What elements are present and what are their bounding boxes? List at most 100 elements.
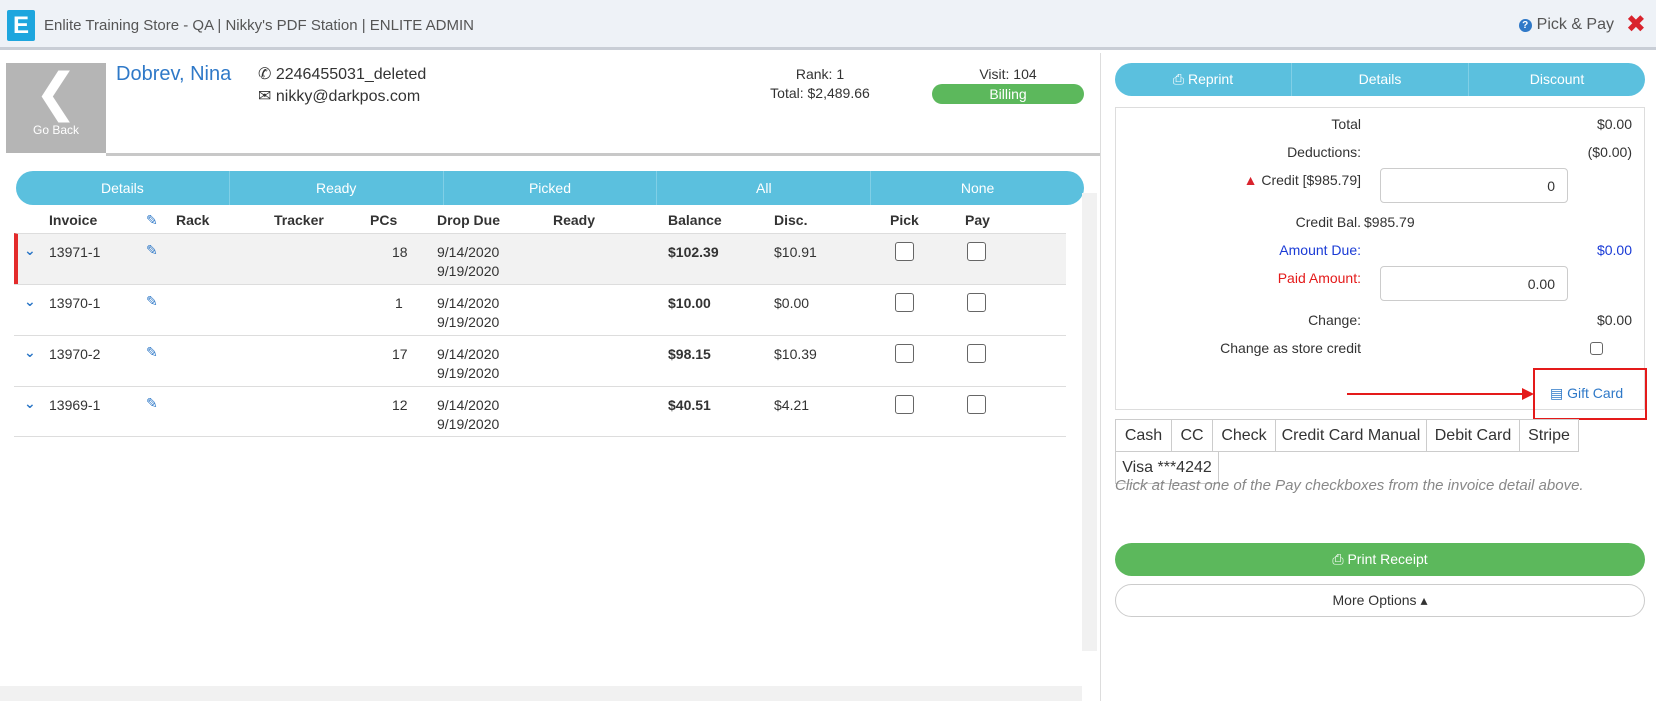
go-back-label: Go Back	[32, 123, 80, 137]
filter-all-button[interactable]: All	[656, 171, 870, 205]
filter-picked-button[interactable]: Picked	[442, 171, 657, 205]
action-bar: ⎙ Reprint Details Discount	[1115, 63, 1645, 96]
chevron-left-icon: ❮	[34, 64, 78, 122]
gift-card-button[interactable]: ▤ Gift Card	[1550, 385, 1623, 402]
customer-name[interactable]: Dobrev, Nina	[116, 63, 231, 86]
invoice-number: 13971-1	[49, 244, 101, 260]
due-date: 9/19/2020	[437, 416, 500, 432]
print-icon: ⎙	[1332, 551, 1348, 567]
store-credit-label: Change as store credit	[1220, 340, 1361, 356]
pay-hint-text: Click at least one of the Pay checkboxes…	[1115, 477, 1584, 494]
deductions-value: ($0.00)	[1587, 144, 1632, 160]
filter-details-button[interactable]: Details	[16, 171, 229, 205]
print-receipt-button[interactable]: ⎙ Print Receipt	[1115, 543, 1645, 576]
invoice-table: Invoice ✎ Rack Tracker PCs Drop Due Read…	[14, 206, 1066, 437]
pay-checkbox[interactable]	[967, 242, 986, 261]
credit-bal-value: $985.79	[1364, 214, 1415, 230]
drop-date: 9/14/2020	[437, 397, 500, 413]
edit-icon[interactable]: ✎	[146, 344, 158, 361]
more-options-button[interactable]: More Options ▴	[1115, 584, 1645, 617]
balance-value: $10.00	[668, 295, 711, 311]
total-value: $0.00	[1596, 116, 1632, 132]
vertical-scrollbar[interactable]	[1082, 193, 1097, 651]
customer-email: ✉ nikky@darkpos.com	[258, 88, 421, 105]
invoice-number: 13969-1	[49, 397, 101, 413]
drop-date: 9/14/2020	[437, 295, 500, 311]
pcs-value: 17	[392, 346, 408, 362]
filter-ready-button[interactable]: Ready	[228, 171, 443, 205]
paid-amount-input[interactable]: 0.00	[1380, 266, 1568, 301]
pick-checkbox[interactable]	[895, 395, 914, 414]
amount-due-label: Amount Due:	[1279, 242, 1361, 258]
total-label: Total	[1331, 116, 1361, 132]
status-badge: Billing	[932, 84, 1084, 104]
horizontal-scrollbar[interactable]	[0, 686, 1082, 701]
pay-checkbox[interactable]	[967, 293, 986, 312]
col-balance: Balance	[668, 212, 722, 228]
help-link[interactable]: ? Pick & Pay	[1518, 16, 1614, 34]
drop-date: 9/14/2020	[437, 244, 500, 260]
pick-checkbox[interactable]	[895, 344, 914, 363]
help-icon: ?	[1518, 18, 1532, 32]
cc-button[interactable]: CC	[1171, 419, 1213, 452]
credit-input[interactable]: 0	[1380, 168, 1568, 203]
col-tracker: Tracker	[274, 212, 324, 228]
balance-value: $40.51	[668, 397, 711, 413]
col-pcs: PCs	[370, 212, 398, 228]
pay-checkbox[interactable]	[967, 344, 986, 363]
check-button[interactable]: Check	[1212, 419, 1276, 452]
app-logo: E	[7, 10, 35, 41]
store-credit-checkbox[interactable]	[1590, 342, 1603, 355]
credit-label: ▲ Credit [$985.79]	[1244, 172, 1361, 188]
details-button[interactable]: Details	[1291, 63, 1468, 96]
id-card-icon: ▤	[1550, 385, 1568, 401]
disc-value: $10.91	[774, 244, 817, 260]
table-row[interactable]: ⌄ 13970-2 ✎ 17 9/14/2020 9/19/2020 $98.1…	[14, 335, 1066, 386]
pcs-value: 18	[392, 244, 408, 260]
edit-icon: ✎	[146, 212, 158, 228]
reprint-button[interactable]: ⎙ Reprint	[1115, 63, 1291, 96]
close-icon[interactable]: ✖	[1626, 10, 1646, 39]
disc-value: $4.21	[774, 397, 810, 413]
go-back-button[interactable]: ❮ Go Back	[6, 63, 106, 153]
chevron-down-icon[interactable]: ⌄	[24, 242, 36, 259]
phone-value: 2246455031_deleted	[275, 66, 427, 83]
customer-phone: ✆ 2246455031_deleted	[258, 66, 427, 83]
edit-icon[interactable]: ✎	[146, 395, 158, 412]
filter-none-button[interactable]: None	[870, 171, 1084, 205]
chevron-down-icon[interactable]: ⌄	[24, 395, 36, 412]
pcs-value: 12	[392, 397, 408, 413]
chevron-down-icon[interactable]: ⌄	[24, 293, 36, 310]
balance-value: $98.15	[668, 346, 711, 362]
discount-button[interactable]: Discount	[1468, 63, 1645, 96]
amount-due-value: $0.00	[1596, 242, 1632, 258]
credit-text: Credit [$985.79]	[1261, 172, 1361, 188]
table-row[interactable]: ⌄ 13969-1 ✎ 12 9/14/2020 9/19/2020 $40.5…	[14, 386, 1066, 437]
table-row[interactable]: ⌄ 13970-1 ✎ 1 9/14/2020 9/19/2020 $10.00…	[14, 284, 1066, 335]
edit-icon[interactable]: ✎	[146, 293, 158, 310]
debit-card-button[interactable]: Debit Card	[1426, 419, 1520, 452]
print-receipt-label: Print Receipt	[1347, 551, 1428, 567]
pick-checkbox[interactable]	[895, 242, 914, 261]
col-invoice: Invoice	[49, 212, 98, 228]
stripe-button[interactable]: Stripe	[1519, 419, 1579, 452]
pay-checkbox[interactable]	[967, 395, 986, 414]
email-value: nikky@darkpos.com	[275, 88, 421, 105]
annotation-arrow	[1347, 393, 1522, 395]
change-label: Change:	[1308, 312, 1361, 328]
table-row[interactable]: ⌄ 13971-1 ✎ 18 9/14/2020 9/19/2020 $102.…	[14, 233, 1066, 284]
pick-checkbox[interactable]	[895, 293, 914, 312]
credit-card-manual-button[interactable]: Credit Card Manual	[1275, 419, 1427, 452]
edit-icon[interactable]: ✎	[146, 242, 158, 259]
invoice-number: 13970-1	[49, 295, 101, 311]
app-title: Enlite Training Store - QA | Nikky's PDF…	[44, 17, 474, 34]
col-disc: Disc.	[774, 212, 808, 228]
due-date: 9/19/2020	[437, 365, 500, 381]
table-header: Invoice ✎ Rack Tracker PCs Drop Due Read…	[14, 206, 1066, 233]
cash-button[interactable]: Cash	[1115, 419, 1172, 452]
chevron-down-icon[interactable]: ⌄	[24, 344, 36, 361]
col-pick: Pick	[890, 212, 919, 228]
invoice-number: 13970-2	[49, 346, 101, 362]
disc-value: $0.00	[774, 295, 810, 311]
col-ready: Ready	[553, 212, 596, 228]
